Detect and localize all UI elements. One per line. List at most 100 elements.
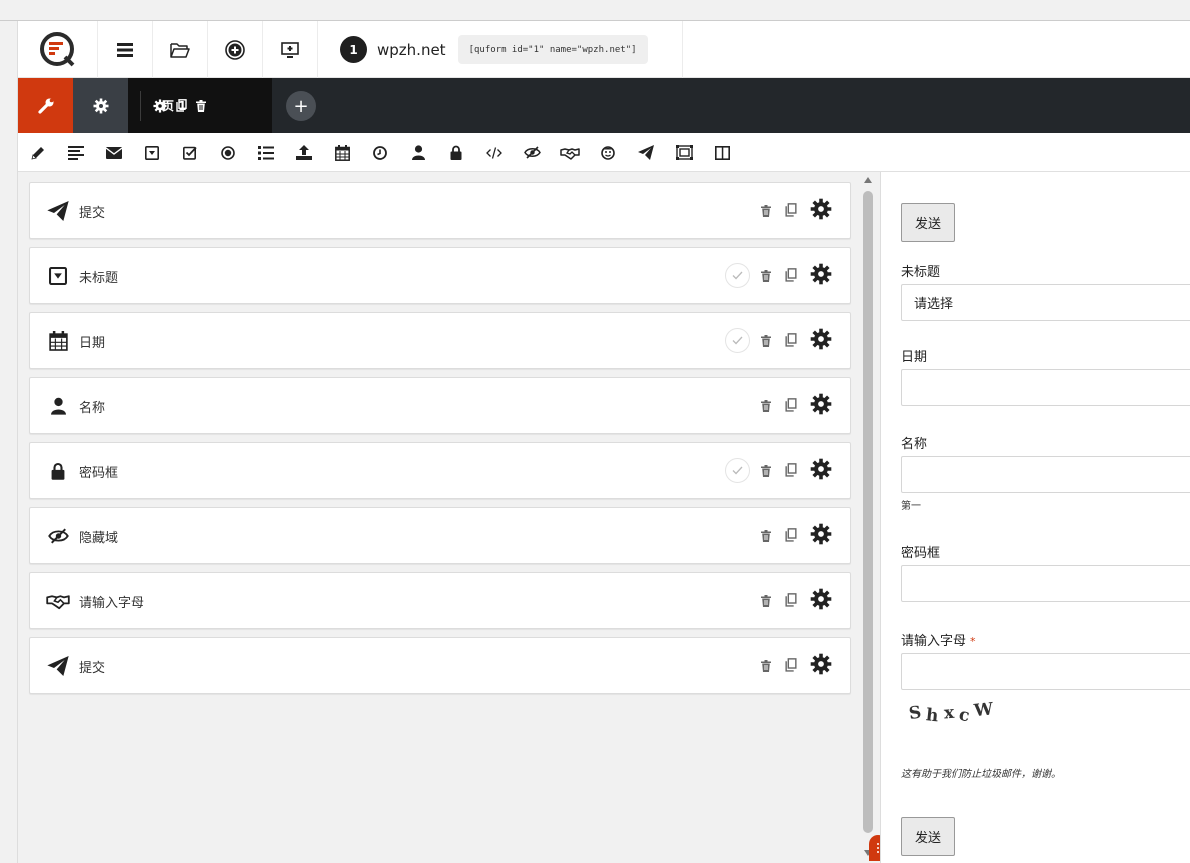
duplicate-element-button[interactable] [785,397,797,416]
select-value: 请选择 [914,297,954,312]
preview-password-input[interactable] [901,565,1190,602]
required-toggle-button[interactable] [725,458,750,483]
tool-textarea[interactable] [57,133,95,172]
tool-captcha[interactable] [551,133,589,172]
preview-captcha-input[interactable] [901,653,1190,690]
tool-submit[interactable] [627,133,665,172]
element-settings-button[interactable] [810,328,832,354]
preview-button[interactable] [263,21,318,78]
element-settings-button[interactable] [810,588,832,614]
element-row[interactable]: 日期 [29,312,851,369]
duplicate-element-button[interactable] [785,332,797,351]
tool-recaptcha[interactable] [589,133,627,172]
required-asterisk: * [970,635,976,648]
element-settings-button[interactable] [810,523,832,549]
add-page-button[interactable]: + [286,91,316,121]
scroll-up-arrow[interactable] [864,177,872,183]
delete-element-button[interactable] [761,267,771,286]
shortcode-box[interactable]: [quform id="1" name="wpzh.net"] [457,35,648,64]
page-tab-1[interactable]: 页 1 [128,78,272,133]
form-settings-button[interactable] [18,78,73,133]
delete-element-button[interactable] [761,657,771,676]
wrench-icon [37,98,53,114]
tool-text[interactable] [19,133,57,172]
menu-button[interactable] [98,21,153,78]
tool-html[interactable] [475,133,513,172]
tool-columns[interactable] [703,133,741,172]
list-scrollbar[interactable] [861,172,875,863]
element-toolbar [18,133,1190,172]
delete-element-button[interactable] [761,397,771,416]
element-settings-button[interactable] [810,393,832,419]
handshake-icon [46,589,70,613]
tool-email[interactable] [95,133,133,172]
hidden-icon [523,146,541,159]
menu-icon [117,42,133,57]
duplicate-element-button[interactable] [785,592,797,611]
tool-hidden[interactable] [513,133,551,172]
duplicate-element-button[interactable] [785,267,797,286]
checkbox-icon [183,146,197,160]
preview-submit-button-top[interactable]: 发送 [901,203,955,242]
duplicate-element-button[interactable] [785,202,797,221]
dropdown-icon [46,264,70,288]
element-row[interactable]: 未标题 [29,247,851,304]
required-toggle-button[interactable] [725,328,750,353]
lock-icon [46,459,70,483]
element-row[interactable]: 请输入字母 [29,572,851,629]
envelope-icon [106,146,122,159]
delete-element-button[interactable] [761,462,771,481]
form-preview: 发送 未标题 请选择 日期 名称 第一 密码框 请输入字母 * ShxcW 这有助… [880,172,1190,863]
scroll-thumb[interactable] [863,191,873,833]
element-row[interactable]: 隐藏域 [29,507,851,564]
code-icon [486,146,502,159]
folder-open-icon [170,42,190,58]
user-icon [46,394,70,418]
tool-checkbox[interactable] [171,133,209,172]
tool-time[interactable] [361,133,399,172]
trash-icon [196,99,206,112]
duplicate-element-button[interactable] [785,462,797,481]
preview-name-input[interactable] [901,456,1190,493]
preview-submit-button-bottom[interactable]: 发送 [901,817,955,856]
global-settings-button[interactable] [73,78,128,133]
delete-element-button[interactable] [761,202,771,221]
element-row[interactable]: 名称 [29,377,851,434]
element-settings-button[interactable] [810,198,832,224]
page-delete-button[interactable] [196,99,206,112]
tool-group[interactable] [665,133,703,172]
preview-select-label: 未标题 [901,265,941,280]
group-icon [675,145,693,160]
captcha-label-text: 请输入字母 [901,634,967,649]
quform-logo-icon [39,31,74,66]
add-form-button[interactable] [208,21,263,78]
open-form-button[interactable] [153,21,208,78]
tool-select[interactable] [133,133,171,172]
delete-element-button[interactable] [761,527,771,546]
element-settings-button[interactable] [810,263,832,289]
duplicate-element-button[interactable] [785,657,797,676]
form-name[interactable]: wpzh.net [377,41,446,59]
form-builder: 1 wpzh.net [quform id="1" name="wpzh.net… [17,21,1190,863]
duplicate-element-button[interactable] [785,527,797,546]
element-row[interactable]: 密码框 [29,442,851,499]
element-row[interactable]: 提交 [29,637,851,694]
preview-date-input[interactable] [901,369,1190,406]
tool-date[interactable] [323,133,361,172]
preview-select[interactable]: 请选择 [901,284,1190,321]
element-label: 名称 [79,401,106,416]
required-toggle-button[interactable] [725,263,750,288]
divider [140,90,141,121]
element-settings-button[interactable] [810,653,832,679]
element-row[interactable]: 提交 [29,182,851,239]
logo [18,21,98,78]
tool-radio[interactable] [209,133,247,172]
tool-password[interactable] [437,133,475,172]
tool-upload[interactable] [285,133,323,172]
delete-element-button[interactable] [761,592,771,611]
tool-name[interactable] [399,133,437,172]
element-settings-button[interactable] [810,458,832,484]
delete-element-button[interactable] [761,332,771,351]
plus-circle-icon [225,39,245,60]
tool-multiselect[interactable] [247,133,285,172]
